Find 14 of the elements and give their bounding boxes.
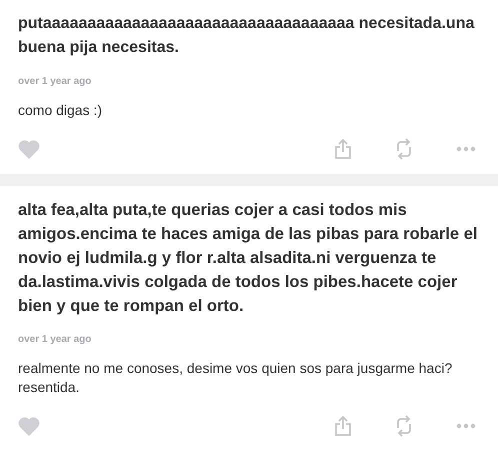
heart-icon[interactable] [18,416,40,436]
repost-icon[interactable] [394,415,414,437]
more-icon[interactable] [456,146,476,152]
answer-text: realmente no me conoses, desime vos quien sos para jusgarme haci? resentida. [18,359,454,397]
question-text: alta fea,alta puta,te querias cojer a casi todos mis amigos.encima te haces amiga de las pibas para robarle el novio ej ludmila.g y flor r.alta alsadita.ni verguenza te da.lastima.vivis colgada de todos los pibes.hacete cojer bien y que te rompan el orto. [18,200,478,317]
more-icon[interactable] [456,423,476,429]
share-icon[interactable] [334,139,352,159]
repost-icon[interactable] [394,138,414,160]
timestamp[interactable]: over 1 year ago [18,76,480,87]
timestamp[interactable]: over 1 year ago [18,334,480,345]
answer-text: como digas :) [18,101,104,120]
question-text: putaaaaaaaaaaaaaaaaaaaaaaaaaaaaaaaaaaa necesitada.una buena pija necesitas. [18,14,476,58]
share-icon[interactable] [334,416,352,436]
heart-icon[interactable] [18,140,40,158]
